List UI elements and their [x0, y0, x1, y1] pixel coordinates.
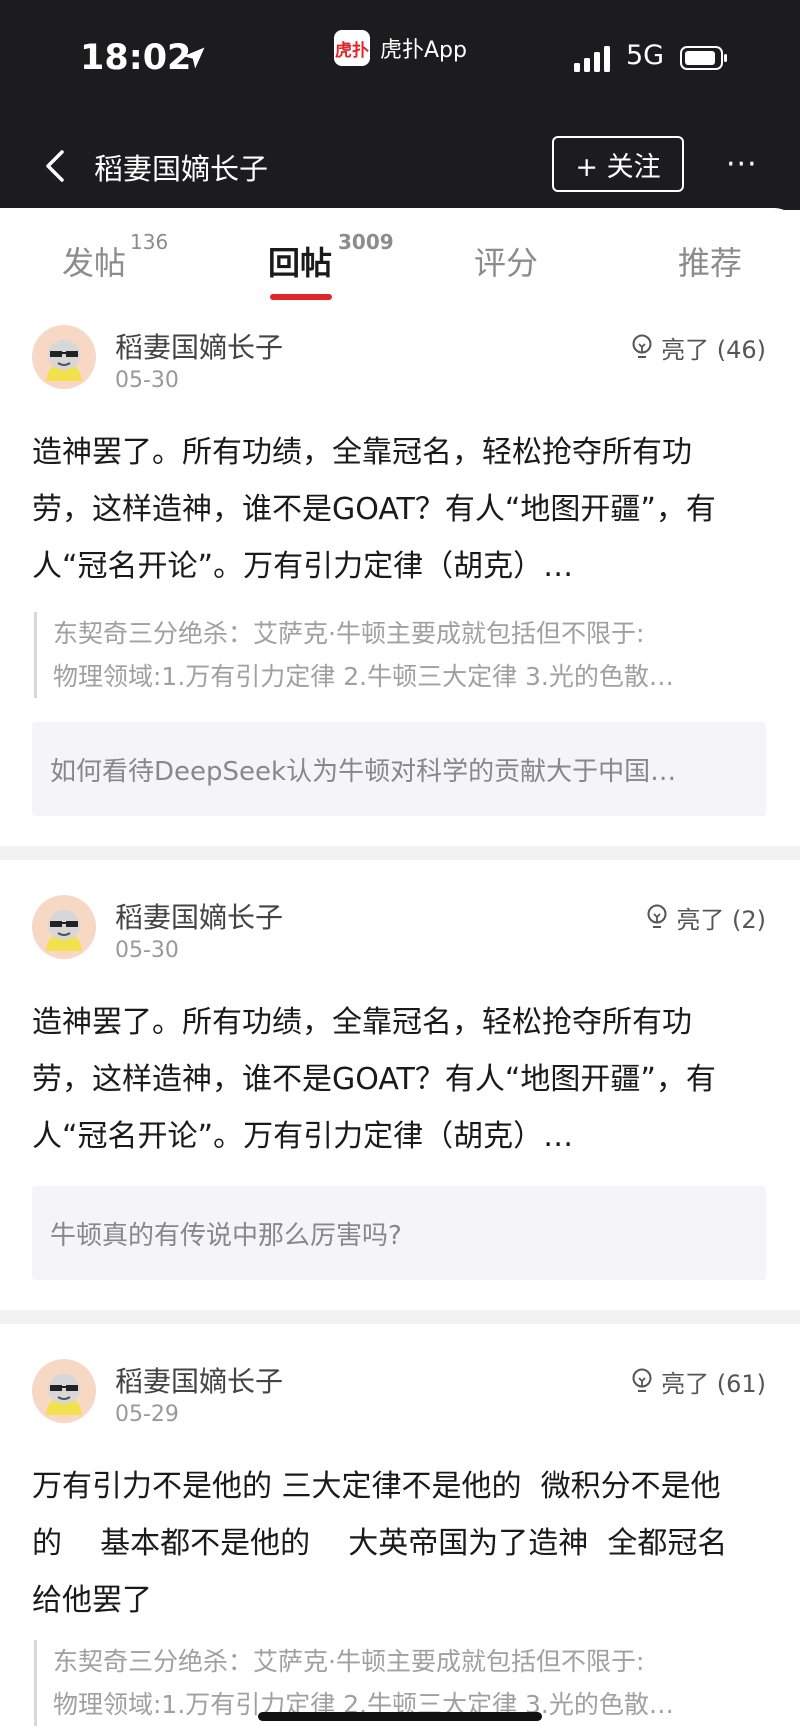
post-body: 造神罢了。所有功绩，全靠冠名，轻松抢夺所有功劳，这样造神，谁不是GOAT？有人“…	[32, 1005, 716, 1154]
back-arrow-icon[interactable]	[42, 148, 70, 184]
post-body: 造神罢了。所有功绩，全靠冠名，轻松抢夺所有功劳，这样造神，谁不是GOAT？有人“…	[32, 435, 716, 584]
like-count: 亮了 (61)	[661, 1370, 766, 1398]
post-body: 万有引力不是他的 三大定律不是他的 微积分不是他的 基本都不是他的 大英帝国为了…	[32, 1469, 728, 1618]
tab-bar: 发帖 136 回帖 3009 评分 推荐	[0, 208, 800, 300]
light-up-button[interactable]: 亮了 (2)	[644, 900, 766, 935]
avatar[interactable]	[32, 895, 96, 959]
post-divider	[0, 846, 800, 860]
light-up-button[interactable]: 亮了 (61)	[629, 1364, 766, 1399]
tab-posts[interactable]: 发帖 136	[62, 230, 168, 284]
quote-line: 物理领域:1.万有引力定律 2.牛顿三大定律 3.光的色散…	[53, 662, 674, 691]
quote-line: 东契奇三分绝杀：艾萨克·牛顿主要成就包括但不限于:	[53, 1647, 645, 1676]
post-date: 05-29	[115, 1402, 179, 1427]
light-up-button[interactable]: 亮了 (46)	[629, 330, 766, 365]
follow-button[interactable]: + 关注	[552, 136, 684, 192]
active-tab-indicator	[270, 294, 332, 300]
tab-posts-count: 136	[130, 230, 169, 254]
battery-icon	[680, 46, 727, 70]
source-app-badge[interactable]: 虎扑 虎扑App	[334, 30, 467, 66]
page-title: 稻妻国嫡长子	[94, 152, 269, 186]
thread-topic-link[interactable]: 如何看待DeepSeek认为牛顿对科学的贡献大于中国…	[32, 722, 766, 816]
post-divider	[0, 1310, 800, 1324]
username[interactable]: 稻妻国嫡长子	[115, 1360, 283, 1400]
location-arrow-icon	[183, 47, 205, 69]
lightbulb-icon	[647, 904, 667, 928]
post-date: 05-30	[115, 368, 179, 393]
top-bar: 18:02 虎扑 虎扑App 5G 稻妻国嫡长子 + 关注 ···	[0, 0, 800, 210]
quote-line: 东契奇三分绝杀：艾萨克·牛顿主要成就包括但不限于:	[53, 619, 645, 648]
thread-topic-link[interactable]: 牛顿真的有传说中那么厉害吗?	[32, 1186, 766, 1280]
username[interactable]: 稻妻国嫡长子	[115, 326, 283, 366]
lightbulb-icon	[632, 334, 652, 358]
cellular-signal-icon	[574, 46, 610, 72]
source-app-name: 虎扑App	[380, 38, 467, 63]
avatar[interactable]	[32, 325, 96, 389]
tab-replies-count: 3009	[338, 230, 394, 254]
status-time: 18:02	[80, 38, 192, 78]
home-indicator	[258, 1712, 542, 1721]
hupu-logo-icon: 虎扑	[334, 30, 370, 66]
like-count: 亮了 (2)	[676, 906, 766, 934]
tab-ratings[interactable]: 评分	[474, 238, 538, 284]
post-date: 05-30	[115, 938, 179, 963]
username[interactable]: 稻妻国嫡长子	[115, 896, 283, 936]
tab-replies[interactable]: 回帖 3009	[268, 230, 394, 284]
more-options-button[interactable]: ···	[726, 147, 758, 182]
tab-recommend[interactable]: 推荐	[678, 238, 742, 284]
like-count: 亮了 (46)	[661, 336, 766, 364]
lightbulb-icon	[632, 1368, 652, 1392]
avatar[interactable]	[32, 1359, 96, 1423]
quoted-post[interactable]: 东契奇三分绝杀：艾萨克·牛顿主要成就包括但不限于: 物理领域:1.万有引力定律 …	[34, 612, 753, 698]
network-type: 5G	[626, 40, 665, 71]
